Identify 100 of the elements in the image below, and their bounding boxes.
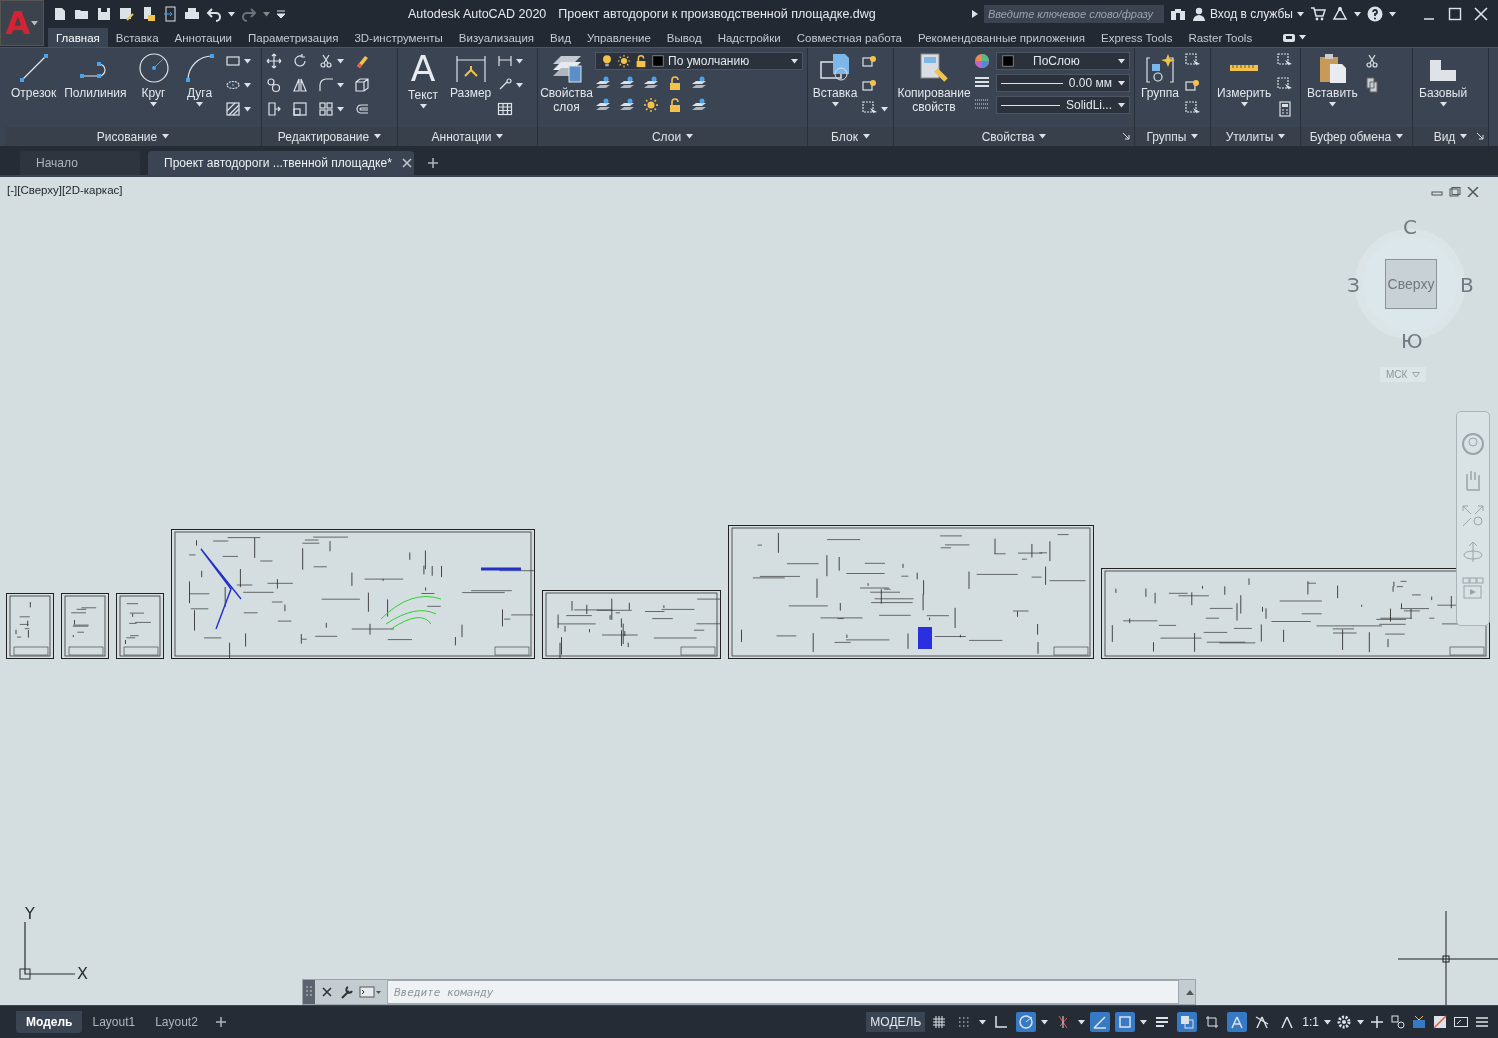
layer-icon[interactable] [691,75,707,91]
panel-title[interactable]: Вид [1433,129,1456,144]
fullscreen-icon[interactable] [1453,1014,1469,1030]
panel-title[interactable]: Буфер обмена [1309,129,1392,144]
plus-icon[interactable] [428,158,438,168]
triangle-nodes-icon[interactable] [1332,6,1348,22]
undo-icon[interactable] [206,6,222,22]
layer-icon[interactable] [643,75,659,91]
table-icon[interactable] [497,101,514,117]
status-toggle[interactable] [1016,1012,1037,1032]
panel-title[interactable]: Блок [831,129,858,144]
mirror-icon[interactable] [292,77,308,93]
gear-icon[interactable] [1336,1014,1352,1030]
ribbon-tab[interactable]: Рекомендованные приложения [909,28,1094,47]
status-toggle[interactable] [1177,1012,1198,1032]
ribbon-tool-button[interactable]: Вставка [812,52,858,107]
cart-icon[interactable] [1310,6,1326,22]
command-input[interactable]: Введите команду [387,980,1179,1004]
clean-screen-icon[interactable] [1432,1014,1448,1030]
save-as-icon[interactable] [118,6,134,22]
panel-title[interactable]: Редактирование [277,129,370,144]
layout-tab[interactable]: Модель [16,1011,83,1033]
pages-icon[interactable] [1363,77,1380,93]
layer-dropdown[interactable]: По умолчанию [595,52,803,70]
layer-icon[interactable] [595,97,611,113]
calculator-icon[interactable] [1277,101,1294,117]
ribbon-tool-button[interactable]: Круг [132,52,175,107]
ribbon-tool-button[interactable]: Полилиния [62,52,129,100]
scale-icon[interactable] [292,101,308,117]
lock-icon[interactable] [667,75,683,91]
ribbon-tab[interactable]: Визуализация [450,28,543,47]
customize-caret-icon[interactable] [276,9,286,19]
layer-icon[interactable] [595,75,611,91]
ribbon-tool-button[interactable]: A Текст [402,52,444,109]
ribbon-tool-button[interactable]: Вставить [1305,52,1360,107]
ribbon-tab[interactable]: Главная [48,28,108,47]
command-prompt-icon[interactable] [359,984,381,1000]
panel-title[interactable]: Аннотации [431,129,492,144]
panel-title[interactable]: Рисование [96,129,158,144]
block-icon[interactable] [862,53,878,69]
document-tab[interactable]: Проект автодороги ...твенной площадке* [148,151,414,175]
ribbon-tool-button[interactable]: Измерить [1215,52,1274,107]
layer-icon[interactable] [619,75,635,91]
panel-toggle-icon[interactable] [1282,32,1297,43]
property-dropdown[interactable]: ПоСлою [996,52,1130,70]
model-space-toggle[interactable]: МОДЕЛЬ [866,1012,926,1032]
ribbon-tool-button[interactable]: Базовый [1417,52,1470,107]
layer-icon[interactable] [619,97,635,113]
document-tab[interactable]: Начало [20,151,140,175]
ribbon-tool-button[interactable]: Группа [1139,52,1182,100]
launcher-arrow-icon[interactable] [1477,133,1484,140]
ribbon-tool-button[interactable]: Копирование свойств [898,52,970,114]
menu-icon[interactable] [1474,1014,1490,1030]
ribbon-tab[interactable]: Вид [542,28,579,47]
redo-icon[interactable] [241,6,257,22]
rotate-icon[interactable] [292,53,308,69]
maximize-icon[interactable] [1448,7,1462,21]
ribbon-tool-button[interactable]: Размер [448,52,494,100]
panel-title[interactable]: Группы [1146,129,1187,144]
circles-icon[interactable] [266,77,282,93]
launcher-arrow-icon[interactable] [1123,133,1130,140]
wrench-icon[interactable] [339,984,355,1000]
panel-title[interactable]: Слои [651,129,682,144]
help-icon[interactable] [1367,6,1383,22]
new-file-icon[interactable] [52,6,68,22]
layout-tab[interactable]: Layout2 [145,1011,208,1033]
property-dropdown[interactable]: SolidLi... [996,96,1130,114]
hardware-acceleration-icon[interactable] [1411,1014,1427,1030]
block-icon[interactable] [862,77,878,93]
search-field[interactable]: Введите ключевое слово/фразу [984,5,1164,23]
panel-title[interactable]: Свойства [981,129,1035,144]
caret-up-icon[interactable] [1185,988,1195,996]
hatch-icon[interactable] [224,101,241,117]
ribbon-tab[interactable]: Raster Tools [1180,28,1261,47]
layer-icon[interactable] [691,97,707,113]
ribbon-tool-button[interactable]: Отрезок [9,52,59,100]
close-icon[interactable] [1467,187,1479,197]
user-icon[interactable] [1192,7,1206,21]
plus-icon[interactable] [215,1017,226,1027]
print-icon[interactable] [184,6,200,22]
isolate-objects-icon[interactable] [1390,1014,1406,1030]
property-dropdown[interactable]: 0.00 мм [996,74,1130,92]
dimension-icon[interactable] [497,53,514,69]
restore-icon[interactable] [1449,187,1461,197]
sun-icon[interactable] [643,97,659,113]
fillet-icon[interactable] [318,77,334,93]
cube-icon[interactable] [354,77,370,93]
grid-icon[interactable] [318,101,334,117]
drag-handle-icon[interactable] [303,980,315,1004]
viewport-controls-label[interactable]: [-][Сверху][2D-каркас] [7,184,123,196]
scissors-icon[interactable] [1363,53,1380,69]
move-icon[interactable] [266,53,282,69]
sign-in-link[interactable]: Вход в службы [1210,7,1293,21]
stretch-icon[interactable] [266,101,282,117]
ribbon-tab[interactable]: 3D-инструменты [346,28,451,47]
eraser-icon[interactable] [354,53,370,69]
panel-title[interactable]: Утилиты [1225,129,1274,144]
ribbon-tab[interactable]: Вставка [107,28,167,47]
rectangle-icon[interactable] [224,53,241,69]
arrow-right-icon[interactable] [972,10,978,18]
